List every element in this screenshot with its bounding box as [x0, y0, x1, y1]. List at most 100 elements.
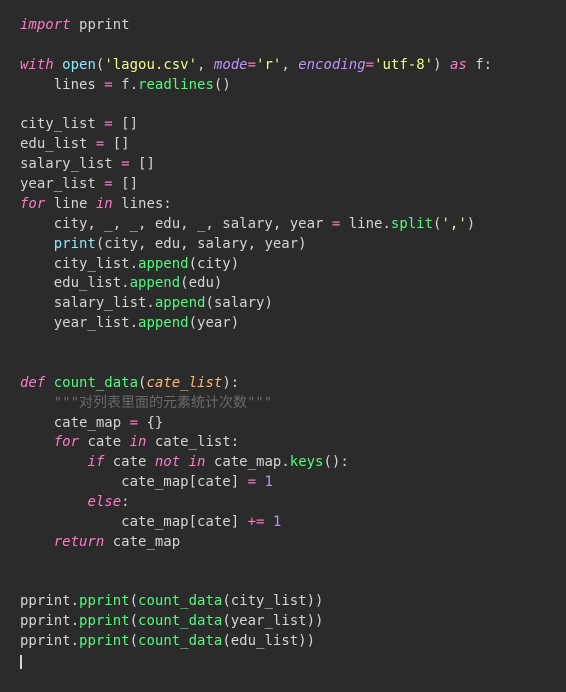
code-token: open	[62, 57, 96, 73]
code-token: ):	[222, 375, 239, 391]
code-token: city_list.	[20, 256, 138, 272]
code-token: if	[87, 454, 104, 470]
code-token	[20, 494, 87, 510]
code-token: ,	[281, 57, 298, 73]
code-token: (	[130, 613, 138, 629]
code-token: line	[45, 196, 96, 212]
code-token: pprint.	[20, 593, 79, 609]
text-cursor	[20, 655, 22, 669]
code-token: (city)	[189, 256, 240, 272]
code-token: mode	[214, 57, 248, 73]
code-token	[20, 534, 54, 550]
code-token: encoding	[298, 57, 365, 73]
code-token	[54, 57, 62, 73]
code-token: (city_list))	[222, 593, 323, 609]
code-token: count_data	[54, 375, 138, 391]
code-token: []	[130, 156, 155, 172]
code-token: year_list.	[20, 315, 138, 331]
code-token: city_list	[20, 116, 104, 132]
code-token: print	[54, 236, 96, 252]
code-token: =	[248, 474, 256, 490]
code-token: =	[121, 156, 129, 172]
code-token: not	[155, 454, 180, 470]
code-token	[20, 395, 54, 411]
code-token: =	[104, 77, 112, 93]
code-token	[20, 434, 54, 450]
code-token: =	[130, 415, 138, 431]
code-token: 1	[273, 514, 281, 530]
code-token: =	[366, 57, 374, 73]
code-token: pprint.	[20, 613, 79, 629]
code-token	[20, 454, 87, 470]
code-token: ()	[214, 77, 231, 93]
code-token: append	[155, 295, 206, 311]
code-token: )	[433, 57, 450, 73]
code-token: f.	[113, 77, 138, 93]
code-token: =	[104, 176, 112, 192]
code-token: count_data	[138, 633, 222, 649]
code-token	[264, 514, 272, 530]
code-token: []	[104, 136, 129, 152]
code-token: in	[96, 196, 113, 212]
code-token: +=	[248, 514, 265, 530]
code-token: =	[104, 116, 112, 132]
code-token: lines:	[113, 196, 172, 212]
code-token: cate_map	[104, 534, 180, 550]
code-token: as	[450, 57, 467, 73]
code-token: split	[391, 216, 433, 232]
code-token: {}	[138, 415, 163, 431]
code-token: pprint	[79, 593, 130, 609]
code-token: :	[121, 494, 129, 510]
code-token: return	[54, 534, 105, 550]
code-token: def	[20, 375, 45, 391]
code-token: 'utf-8'	[374, 57, 433, 73]
code-token: []	[113, 176, 138, 192]
code-token: append	[138, 256, 189, 272]
code-token: 'r'	[256, 57, 281, 73]
code-token: (year_list))	[222, 613, 323, 629]
code-token: )	[467, 216, 475, 232]
code-token: pprint.	[20, 633, 79, 649]
code-token: year_list	[20, 176, 104, 192]
code-token	[45, 375, 53, 391]
code-token: ():	[323, 454, 348, 470]
code-token	[20, 236, 54, 252]
code-token: line.	[340, 216, 391, 232]
code-token: salary_list	[20, 156, 121, 172]
code-token: cate_map.	[205, 454, 289, 470]
code-token: pprint	[79, 17, 130, 33]
code-token: (year)	[189, 315, 240, 331]
code-token: (	[130, 593, 138, 609]
code-token: (edu)	[180, 275, 222, 291]
code-token: append	[130, 275, 181, 291]
code-token: f:	[467, 57, 492, 73]
code-token: in	[189, 454, 206, 470]
code-token: pprint	[79, 633, 130, 649]
code-token: readlines	[138, 77, 214, 93]
code-token: cate_map[cate]	[20, 514, 248, 530]
code-token: cate_map[cate]	[20, 474, 248, 490]
code-token: edu_list	[20, 136, 96, 152]
code-token: pprint	[79, 613, 130, 629]
code-token: []	[113, 116, 138, 132]
code-token: cate	[104, 454, 155, 470]
code-token: (	[130, 633, 138, 649]
code-token: in	[130, 434, 147, 450]
code-token: (edu_list))	[222, 633, 315, 649]
code-block: import pprint with open ( 'lagou.csv', mod…	[0, 0, 566, 688]
code-token: for	[20, 196, 45, 212]
code-token: append	[138, 315, 189, 331]
code-token: cate_list:	[146, 434, 239, 450]
code-token: cate_map	[20, 415, 130, 431]
code-token: =	[248, 57, 256, 73]
code-token: lines	[20, 77, 104, 93]
code-token: ','	[441, 216, 466, 232]
code-token: 'lagou.csv'	[104, 57, 197, 73]
code-token: import	[20, 17, 71, 33]
code-token: for	[54, 434, 79, 450]
code-token: """对列表里面的元素统计次数"""	[54, 395, 273, 411]
code-token: ,	[197, 57, 214, 73]
code-token: with	[20, 57, 54, 73]
code-token: keys	[290, 454, 324, 470]
code-token: cate	[79, 434, 130, 450]
